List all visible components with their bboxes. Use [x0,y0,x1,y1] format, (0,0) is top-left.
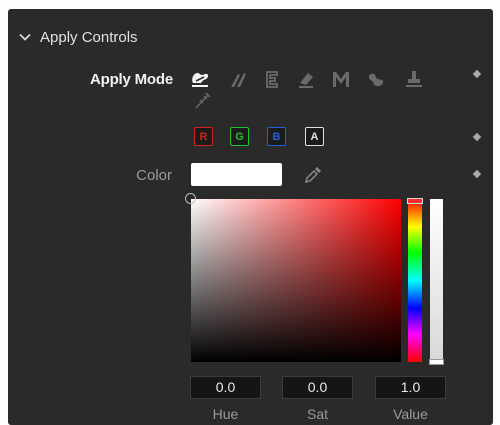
apply-mode-keyframe-icon[interactable] [472,69,482,79]
channel-b-label: B [272,130,281,143]
color-swatch[interactable] [191,163,282,186]
apply-mode-label: Apply Mode [90,71,173,88]
apply-controls-panel: Apply Controls Apply Mode R G B A Color … [8,9,493,425]
value-slider[interactable] [429,199,444,365]
apply-merge-mode-icon[interactable] [330,68,352,90]
saturation-value-field[interactable] [185,193,401,362]
channel-a-button[interactable]: A [305,127,324,146]
apply-wire-mode-icon[interactable] [192,89,214,111]
channel-a-label: A [310,130,319,143]
channel-r-button[interactable]: R [194,127,213,146]
section-title: Apply Controls [40,28,138,46]
sat-label: Sat [306,406,328,422]
hue-input[interactable]: 0.0 [190,376,261,399]
channel-g-button[interactable]: G [230,127,249,146]
channels-keyframe-icon[interactable] [472,132,482,142]
eyedropper-icon[interactable] [302,164,324,186]
apply-stamp-mode-icon[interactable] [403,68,425,90]
hue-slider-handle[interactable] [407,198,423,204]
apply-color-mode-icon[interactable] [189,68,211,90]
color-label: Color [136,167,172,184]
sv-picker-handle[interactable] [185,193,196,204]
apply-emboss-mode-icon[interactable] [261,68,283,90]
sat-input[interactable]: 0.0 [282,376,353,399]
value-label: Value [393,406,428,422]
hue-label: Hue [212,406,239,422]
apply-erase-mode-icon[interactable] [295,68,317,90]
channel-r-label: R [199,130,208,143]
channel-g-label: G [235,130,244,143]
apply-smear-mode-icon[interactable] [365,68,387,90]
section-header[interactable]: Apply Controls [18,27,138,47]
hue-slider[interactable] [407,198,423,362]
value-slider-handle[interactable] [429,359,444,365]
channel-b-button[interactable]: B [267,127,286,146]
color-keyframe-icon[interactable] [472,169,482,179]
value-input[interactable]: 1.0 [375,376,446,399]
apply-clone-mode-icon[interactable] [227,68,249,90]
chevron-down-icon[interactable] [18,30,32,44]
